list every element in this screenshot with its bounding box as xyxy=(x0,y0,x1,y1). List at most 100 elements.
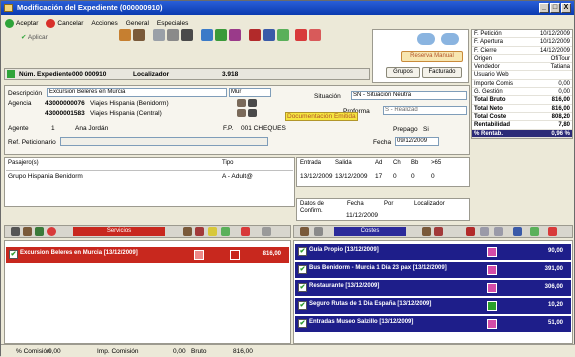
agencia1-name[interactable]: Viajes Hispania (Benidorm) xyxy=(90,100,169,107)
cost-checkbox[interactable]: ✔ xyxy=(298,283,307,292)
ref-peticionario-input[interactable] xyxy=(60,137,268,146)
people-small-icon[interactable] xyxy=(23,227,32,236)
cancelar-label: Cancelar xyxy=(57,20,84,27)
fp-value[interactable]: 001 CHEQUES xyxy=(241,125,286,132)
agente-label: Agente xyxy=(8,125,29,132)
tipo-header: Tipo xyxy=(222,160,234,166)
descripcion-input[interactable]: Excursion Beleres en Murcia xyxy=(47,88,227,97)
cost-type-icon[interactable] xyxy=(487,319,497,329)
list-item[interactable]: ✔ Excursion Beleres en Murcia [13/12/200… xyxy=(6,247,289,263)
fechas-cell[interactable]: 0 xyxy=(431,173,435,180)
group-small-icon[interactable] xyxy=(183,227,192,236)
fechas-cell[interactable]: 0 xyxy=(411,173,415,180)
cost-amount: 306,00 xyxy=(544,284,563,290)
summary-row: F. Cierre 14/12/2009 xyxy=(472,47,572,55)
grid-costs-icon[interactable] xyxy=(480,227,489,236)
pencil-icon[interactable] xyxy=(208,227,217,236)
cost-type-icon[interactable] xyxy=(487,301,497,311)
chart-icon[interactable] xyxy=(215,29,227,41)
remove-costs-icon[interactable] xyxy=(548,227,557,236)
menu-general[interactable]: General xyxy=(126,20,149,27)
binoculars-icon[interactable] xyxy=(249,29,261,41)
calendar-small-icon[interactable] xyxy=(248,99,257,107)
facturado-button[interactable]: Facturado xyxy=(422,67,462,78)
proforma-select[interactable]: S - Realizad xyxy=(383,106,467,115)
cost-type-icon[interactable] xyxy=(487,265,497,275)
printer-icon[interactable] xyxy=(167,29,179,41)
menu-acciones[interactable]: Acciones xyxy=(91,20,117,27)
binoculars-small-icon-2[interactable] xyxy=(237,109,246,117)
link-small-icon[interactable] xyxy=(314,227,323,236)
aceptar-button[interactable]: Aceptar xyxy=(5,19,38,28)
binoculars-small-icon[interactable] xyxy=(237,99,246,107)
tools-icon[interactable] xyxy=(11,227,20,236)
minimize-button[interactable]: _ xyxy=(539,3,549,13)
list-item[interactable]: ✔ Entradas Museo Salzillo [13/12/2009] 5… xyxy=(295,316,571,332)
service-hand-icon[interactable] xyxy=(230,250,240,260)
fecha-label: Fecha xyxy=(373,139,392,146)
num-expediente-label: Núm. Expediente xyxy=(19,71,72,78)
list-item[interactable]: ✔ Restaurante [13/12/2009] 306,00 xyxy=(295,280,571,296)
group-costs-icon[interactable] xyxy=(422,227,431,236)
reserva-manual-button[interactable]: Reserva Manual xyxy=(401,51,463,62)
approve-icon[interactable] xyxy=(277,29,289,41)
agencia2-name[interactable]: Viajes Hispania (Central) xyxy=(90,110,162,117)
expand-icon[interactable] xyxy=(262,227,271,236)
delete-icon[interactable] xyxy=(295,29,307,41)
refresh-icon[interactable] xyxy=(263,29,275,41)
close-button[interactable]: X xyxy=(561,3,571,13)
add-service-icon[interactable] xyxy=(35,227,44,236)
list-item[interactable]: ✔ Seguro Rutas de 1 Día España [13/12/20… xyxy=(295,298,571,314)
cost-type-icon[interactable] xyxy=(487,283,497,293)
service-type-icon[interactable] xyxy=(47,227,56,236)
people-costs-icon[interactable] xyxy=(300,227,309,236)
service-checkbox[interactable]: ✔ xyxy=(9,250,18,259)
situacion-select[interactable]: SN - Situación Neutra xyxy=(351,91,467,100)
table-costs-icon[interactable] xyxy=(494,227,503,236)
situacion-label: Situación xyxy=(314,93,341,100)
fecha-input[interactable]: 09/12/2009 xyxy=(395,137,439,146)
fechas-cell[interactable]: 17 xyxy=(375,173,382,180)
grid-icon[interactable] xyxy=(201,29,213,41)
cost-checkbox[interactable]: ✔ xyxy=(298,301,307,310)
cost-checkbox[interactable]: ✔ xyxy=(298,247,307,256)
fechas-cell[interactable]: 13/12/2009 xyxy=(300,173,333,180)
list-item[interactable]: ✔ Guía Propio [13/12/2009] 90,00 xyxy=(295,244,571,260)
summary-label: Importe Comis xyxy=(474,80,514,87)
table-row[interactable]: Grupo Hispania Benidorm A - Adult@ xyxy=(6,170,293,180)
binoculars-costs-icon[interactable] xyxy=(466,227,475,236)
refresh-costs-icon[interactable] xyxy=(513,227,522,236)
remove-small-icon[interactable] xyxy=(241,227,250,236)
book-icon[interactable] xyxy=(229,29,241,41)
fechas-cell[interactable]: 13/12/2009 xyxy=(335,173,368,180)
menu-especiales[interactable]: Especiales xyxy=(157,20,188,27)
cost-checkbox[interactable]: ✔ xyxy=(298,265,307,274)
fechas-cell[interactable]: 0 xyxy=(393,173,397,180)
summary-row: F. Apertura 10/12/2009 xyxy=(472,38,572,47)
summary-total-row: Total Coste 808,20 xyxy=(472,112,572,122)
cost-checkbox[interactable]: ✔ xyxy=(298,319,307,328)
calendar-icon[interactable] xyxy=(181,29,193,41)
cost-type-icon[interactable] xyxy=(487,247,497,257)
approve-costs-icon[interactable] xyxy=(530,227,539,236)
cancelar-button[interactable]: Cancelar xyxy=(46,19,83,28)
maximize-button[interactable]: □ xyxy=(550,3,560,13)
agente-name[interactable]: Ana Jordán xyxy=(75,125,108,132)
window-title: Modificación del Expediente (000000910) xyxy=(17,3,163,12)
service-edit-icon[interactable] xyxy=(194,250,204,260)
people-icon[interactable] xyxy=(119,29,131,41)
document-icon[interactable] xyxy=(153,29,165,41)
fp-label: F.P. xyxy=(223,125,234,132)
remove-icon[interactable] xyxy=(309,29,321,41)
summary-value: OfiTour xyxy=(550,55,570,62)
gear-costs-icon[interactable] xyxy=(434,227,443,236)
aplicar-button[interactable]: ✔ Aplicar xyxy=(21,33,48,41)
cost-text: Restaurante [13/12/2009] xyxy=(309,283,380,289)
group-icon[interactable] xyxy=(133,29,145,41)
calendar-small-icon-2[interactable] xyxy=(248,109,257,117)
mur-input[interactable]: Mur xyxy=(229,88,271,97)
grupos-button[interactable]: Grupos xyxy=(386,67,420,78)
list-item[interactable]: ✔ Bus Benidorm - Murcia 1 Día 23 pax [13… xyxy=(295,262,571,278)
approve-small-icon[interactable] xyxy=(221,227,230,236)
gear-icon[interactable] xyxy=(195,227,204,236)
